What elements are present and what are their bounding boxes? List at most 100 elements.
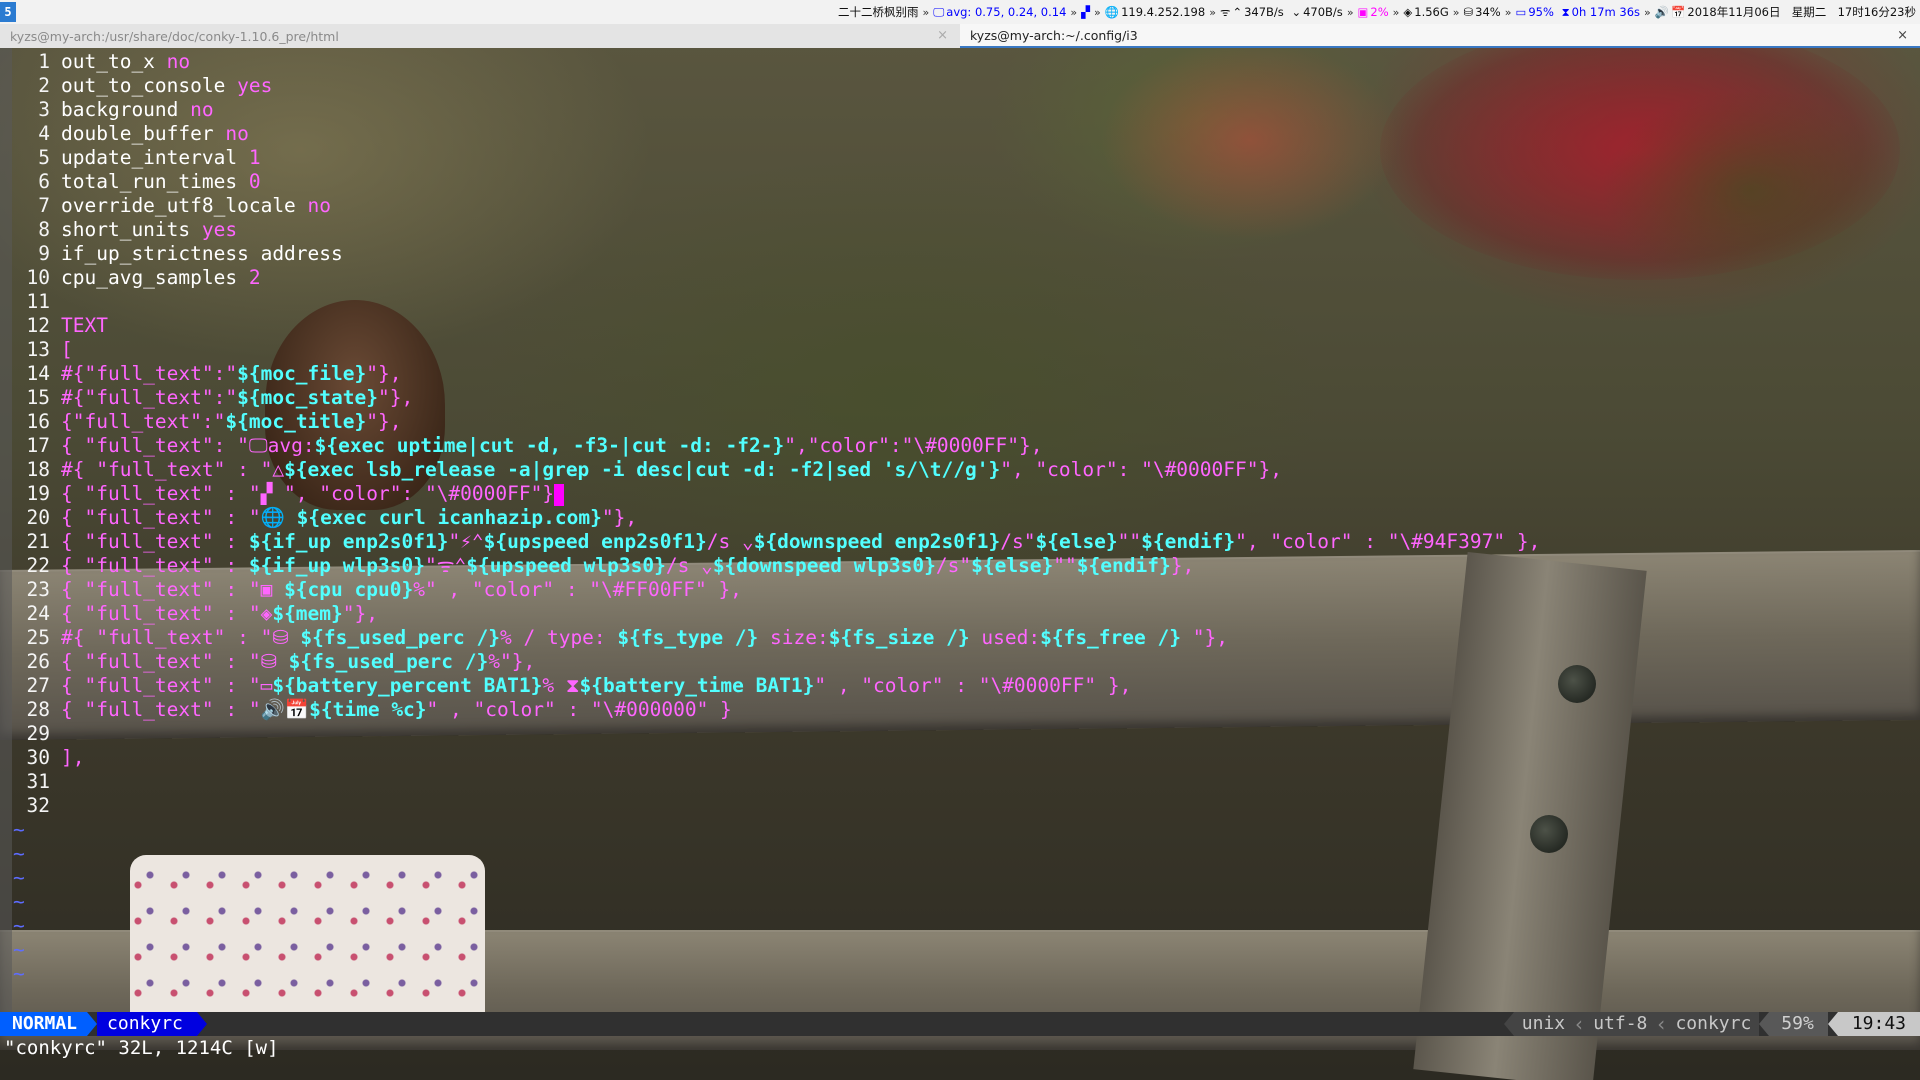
- empty-buffer-line: ~: [12, 938, 1540, 962]
- code-token: cpu_avg_samples: [61, 266, 249, 289]
- code-line[interactable]: 11: [12, 290, 1540, 314]
- code-line[interactable]: 4 double_buffer no: [12, 122, 1540, 146]
- line-text: #{"full_text":"${moc_file}"},: [61, 362, 401, 386]
- code-line[interactable]: 20 { "full_text" : "🌐 ${exec curl icanhaz…: [12, 506, 1540, 530]
- calendar-icon: 📅: [1671, 5, 1686, 19]
- code-token: ${moc_title}: [225, 410, 367, 433]
- code-token: ", "color" : "\#94F397" },: [1235, 530, 1541, 553]
- status-blocks: 二十二桥枫别雨 » 🖵 avg: 0.75, 0.24, 0.14 » ▞ » 🌐…: [837, 4, 1916, 20]
- code-line[interactable]: 6 total_run_times 0: [12, 170, 1540, 194]
- line-number: 19: [26, 482, 50, 505]
- mem-block: ◈ 1.56G: [1403, 5, 1449, 19]
- code-token: ${upspeed enp2s0f1}: [483, 530, 707, 553]
- code-line[interactable]: 14 #{"full_text":"${moc_file}"},: [12, 362, 1540, 386]
- vim-editor[interactable]: 1 out_to_x no 2 out_to_console yes 3 backgrou…: [0, 48, 1920, 1012]
- powerline-separator: [1759, 1012, 1770, 1036]
- line-number: 18: [26, 458, 50, 481]
- line-text: #{"full_text":"${moc_state}"},: [61, 386, 413, 410]
- code-token: "},: [366, 410, 402, 433]
- code-line[interactable]: 29: [12, 722, 1540, 746]
- code-token: ${exec lsb_release -a|grep -i desc|cut -…: [284, 458, 1001, 481]
- terminal-tab-bar: kyzs@my-arch:/usr/share/doc/conky-1.10.6…: [0, 24, 1920, 48]
- code-line[interactable]: 1 out_to_x no: [12, 50, 1540, 74]
- sign-column: [0, 48, 12, 1012]
- workspace-button[interactable]: 5: [0, 2, 16, 22]
- line-text: if_up_strictness address: [61, 242, 343, 266]
- line-text: override_utf8_locale no: [61, 194, 331, 218]
- datetime-block: 🔊 📅 2018年11月06日 星期二 17时16分23秒: [1654, 5, 1916, 19]
- command-line[interactable]: "conkyrc" 32L, 1214C [w]: [0, 1036, 1920, 1060]
- line-text: {"full_text":"${moc_title}"},: [61, 410, 402, 434]
- cursor-position: 19:43: [1837, 1012, 1920, 1036]
- disk-icon: ⛁: [1463, 5, 1474, 19]
- code-token: ${fs_size /}: [828, 626, 970, 649]
- line-number: 28: [26, 698, 50, 721]
- code-line[interactable]: 8 short_units yes: [12, 218, 1540, 242]
- code-line[interactable]: 28 { "full_text" : "🔊📅${time %c}" , "colo…: [12, 698, 1540, 722]
- code-token: %"},: [488, 650, 536, 673]
- code-token: ${downspeed wlp3s0}: [712, 554, 936, 577]
- code-line[interactable]: 19 { "full_text" : "▞ ", "color": "\#0000…: [12, 482, 1540, 506]
- code-line[interactable]: 32: [12, 794, 1540, 818]
- line-text: out_to_console yes: [61, 74, 272, 98]
- code-line[interactable]: 5 update_interval 1: [12, 146, 1540, 170]
- code-line[interactable]: 21{ "full_text" : ${if_up enp2s0f1}"⚡⌃${…: [12, 530, 1541, 554]
- code-token: ${exec uptime|cut -d, -f3-|cut -d: -f2-}: [314, 434, 785, 457]
- code-line[interactable]: 9 if_up_strictness address: [12, 242, 1540, 266]
- file-name: conkyrc: [97, 1012, 197, 1036]
- load-block: 🖵 avg: 0.75, 0.24, 0.14: [933, 4, 1067, 20]
- line-number: 8: [38, 218, 50, 241]
- code-token: " , "color" : "\#0000FF" },: [814, 674, 1132, 697]
- code-token: },: [1170, 554, 1195, 577]
- line-text: short_units yes: [61, 218, 237, 242]
- code-line[interactable]: 12 TEXT: [12, 314, 1540, 338]
- code-token: no: [166, 50, 191, 73]
- code-line[interactable]: 10 cpu_avg_samples 2: [12, 266, 1540, 290]
- empty-buffer-line: ~: [12, 962, 1540, 986]
- disk-block: ⛁ 34%: [1463, 5, 1501, 19]
- code-token: update_interval: [61, 146, 249, 169]
- line-text: { "full_text" : "▣ ${cpu cpu0}%" , "colo…: [61, 578, 742, 602]
- line-number: 10: [26, 266, 50, 289]
- code-line[interactable]: 15 #{"full_text":"${moc_state}"},: [12, 386, 1540, 410]
- code-line[interactable]: 18 #{ "full_text" : "△${exec lsb_release …: [12, 458, 1540, 482]
- empty-buffer-line: ~: [12, 866, 1540, 890]
- code-line[interactable]: 22 { "full_text" : ${if_up wlp3s0}"ᯤ⌃${up…: [12, 554, 1540, 578]
- code-line[interactable]: 27 { "full_text" : "▭${battery_percent BA…: [12, 674, 1540, 698]
- line-number: 29: [26, 722, 50, 745]
- code-line[interactable]: 30],: [12, 746, 1540, 770]
- line-number: 25: [26, 626, 50, 649]
- line-text: cpu_avg_samples 2: [61, 266, 261, 290]
- tab-config-i3[interactable]: kyzs@my-arch:~/.config/i3 ×: [960, 24, 1920, 48]
- line-text: [: [61, 338, 73, 362]
- code-token: ${exec curl icanhazip.com}: [296, 506, 602, 529]
- code-token: ${battery_time BAT1}: [579, 674, 815, 697]
- code-token: "},: [601, 506, 638, 529]
- ip-block: 🌐 119.4.252.198: [1104, 5, 1206, 19]
- close-icon[interactable]: ×: [937, 28, 948, 43]
- line-number: 4: [38, 122, 50, 145]
- code-token: yes: [201, 218, 238, 241]
- code-line[interactable]: 24 { "full_text" : "◈${mem}"},: [12, 602, 1540, 626]
- code-line[interactable]: 17 { "full_text": "🖵avg:${exec uptime|cut…: [12, 434, 1540, 458]
- code-line[interactable]: 26 { "full_text" : "⛁ ${fs_used_perc /}%"…: [12, 650, 1540, 674]
- code-token: { "full_text" : "◈: [61, 602, 273, 625]
- code-line[interactable]: 7 override_utf8_locale no: [12, 194, 1540, 218]
- code-token: ${else}: [1035, 530, 1118, 553]
- code-line[interactable]: 3 background no: [12, 98, 1540, 122]
- code-token: ", "color": "\#0000FF"},: [1000, 458, 1282, 481]
- code-line[interactable]: 23 { "full_text" : "▣ ${cpu cpu0}%" , "co…: [12, 578, 1540, 602]
- code-line[interactable]: 16 {"full_text":"${moc_title}"},: [12, 410, 1540, 434]
- text-cursor: [554, 483, 565, 506]
- code-token: ${else}: [971, 554, 1054, 577]
- code-token: { "full_text" : "▞ ", "color": "\#0000FF…: [61, 482, 555, 505]
- code-token: % ⧗: [542, 674, 580, 697]
- code-line[interactable]: 31: [12, 770, 1540, 794]
- tab-doc-html[interactable]: kyzs@my-arch:/usr/share/doc/conky-1.10.6…: [0, 24, 960, 48]
- net-block: ᯤ ⌃ 347B/s ⌄ 470B/s: [1219, 4, 1343, 20]
- code-line[interactable]: 13 [: [12, 338, 1540, 362]
- code-line[interactable]: 2 out_to_console yes: [12, 74, 1540, 98]
- line-number: 2: [38, 74, 50, 97]
- close-icon[interactable]: ×: [1897, 28, 1908, 43]
- code-line[interactable]: 25 #{ "full_text" : "⛁ ${fs_used_perc /}%…: [12, 626, 1540, 650]
